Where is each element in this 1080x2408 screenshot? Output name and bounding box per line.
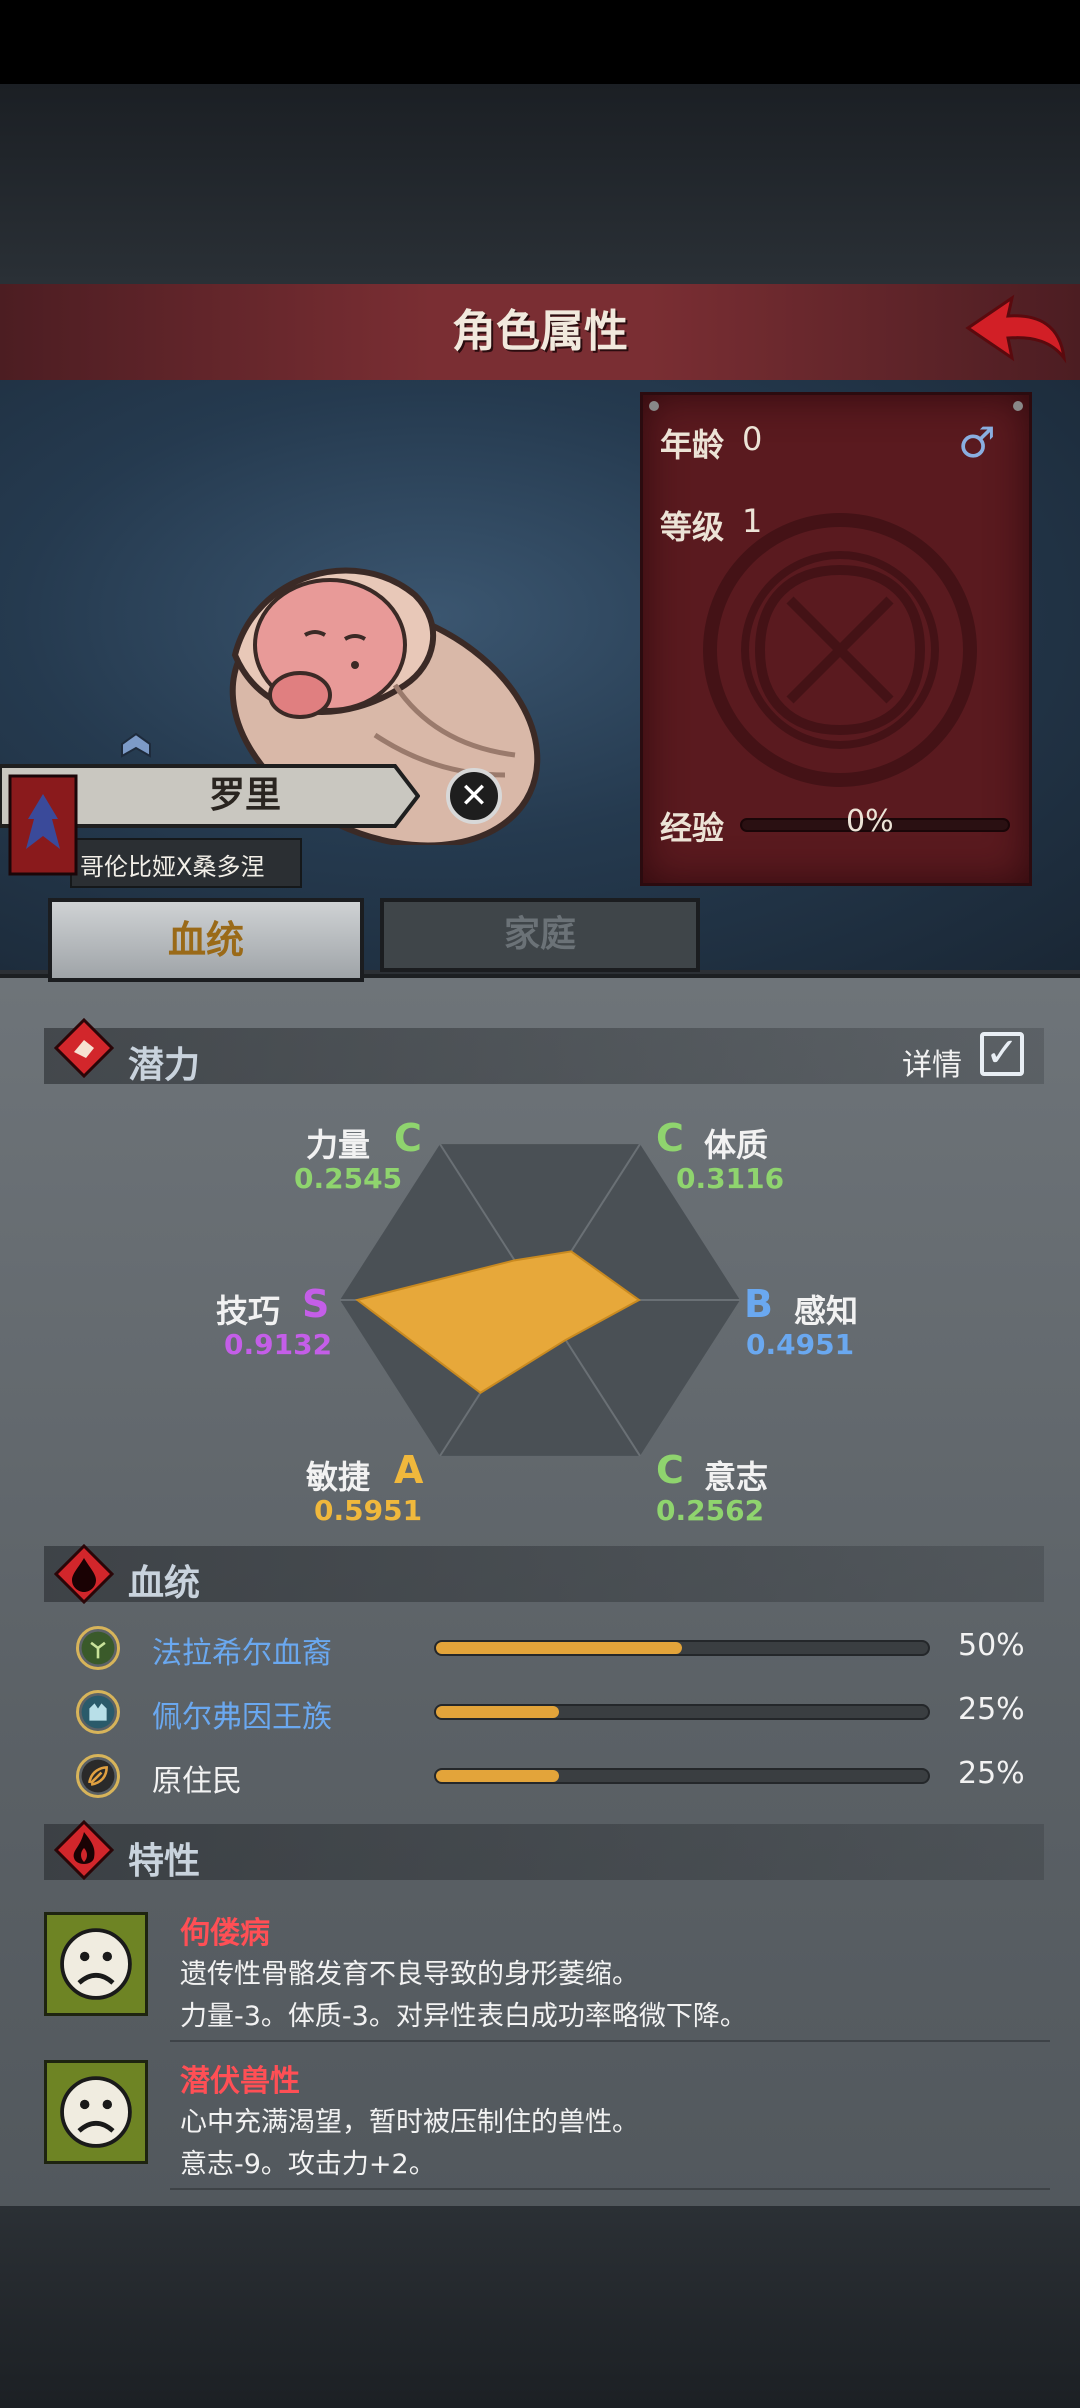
divider [170, 2040, 1050, 2042]
traits-title: 特性 [128, 1841, 201, 1882]
stat-grade-constitution: C [656, 1116, 684, 1160]
blood-drop-icon [54, 1544, 114, 1604]
sad-face-icon [44, 2060, 148, 2164]
trait-name: 潜伏兽性 [180, 2064, 300, 2099]
stat-name-strength: 力量 [306, 1126, 371, 1164]
bloodline-percent: 25% [958, 1692, 1025, 1727]
stat-value-skill: 0.9132 [224, 1328, 333, 1361]
stat-value-strength: 0.2545 [294, 1162, 403, 1195]
trait-description: 心中充满渴望，暂时被压制住的兽性。 [180, 2107, 639, 2138]
bloodline-name: 原住民 [152, 1764, 242, 1799]
trait-name: 佝偻病 [180, 1916, 270, 1951]
sad-face-icon [44, 1912, 148, 2016]
page-title: 角色属性 [452, 306, 628, 357]
bloodline-row: 法拉希尔血裔 50% [0, 1624, 1080, 1674]
stat-name-skill: 技巧 [216, 1292, 281, 1330]
male-gender-icon: ♂ [958, 418, 996, 467]
potential-title: 潜力 [128, 1045, 201, 1086]
tab-family[interactable]: 家庭 [380, 898, 700, 972]
castle-icon [76, 1690, 120, 1734]
stat-name-constitution: 体质 [704, 1126, 769, 1164]
bloodline-bar [434, 1640, 930, 1656]
bloodline-row: 佩尔弗因王族 25% [0, 1688, 1080, 1738]
bloodline-bar-fill [436, 1642, 682, 1654]
stat-name-will: 意志 [704, 1458, 769, 1496]
experience-label: 经验 [660, 809, 725, 847]
trait-effects: 力量-3。体质-3。对异性表白成功率略微下降。 [180, 2001, 747, 2032]
divider [170, 2188, 1050, 2190]
rank-badge-icon [121, 732, 151, 758]
level-label: 等级 [660, 508, 725, 546]
panel-rivet-icon [649, 401, 659, 411]
panel-rivet-icon [1013, 401, 1023, 411]
bloodline-bar [434, 1768, 930, 1784]
age-value: 0 [742, 420, 763, 458]
leaf-icon [76, 1754, 120, 1798]
stat-grade-agility: A [394, 1448, 424, 1492]
experience-value: 0% [846, 804, 894, 839]
character-name: 罗里 [208, 775, 281, 816]
bottom-backdrop [0, 2206, 1080, 2408]
stat-grade-will: C [656, 1448, 684, 1492]
bloodline-row: 原住民 25% [0, 1752, 1080, 1802]
stat-name-perception: 感知 [794, 1292, 859, 1330]
bloodline-percent: 50% [958, 1628, 1025, 1663]
stat-name-agility: 敏捷 [306, 1458, 371, 1496]
trait-item[interactable]: 潜伏兽性 心中充满渴望，暂时被压制住的兽性。 意志-9。攻击力+2。 [0, 2056, 1080, 2196]
flame-icon [54, 1820, 114, 1880]
bloodline-bar [434, 1704, 930, 1720]
level-value: 1 [742, 502, 763, 540]
top-backdrop [0, 84, 1080, 284]
clan-banner-icon [8, 774, 78, 876]
stat-value-agility: 0.5951 [314, 1494, 423, 1527]
tree-icon [76, 1626, 120, 1670]
strength-diamond-icon [54, 1018, 114, 1078]
trait-effects: 意志-9。攻击力+2。 [180, 2149, 436, 2180]
back-arrow-icon[interactable] [960, 290, 1070, 370]
trait-item[interactable]: 佝偻病 遗传性骨骼发育不良导致的身形萎缩。 力量-3。体质-3。对异性表白成功率… [0, 1908, 1080, 2048]
stat-grade-perception: B [744, 1282, 773, 1326]
stat-value-perception: 0.4951 [746, 1328, 855, 1361]
stat-value-constitution: 0.3116 [676, 1162, 785, 1195]
age-label: 年龄 [660, 426, 725, 464]
stat-value-will: 0.2562 [656, 1494, 765, 1527]
trait-description: 遗传性骨骼发育不良导致的身形萎缩。 [180, 1959, 639, 1990]
details-checkbox[interactable]: ✓ [980, 1032, 1024, 1076]
stat-grade-strength: C [394, 1116, 422, 1160]
bloodline-title: 血统 [128, 1563, 201, 1604]
tab-bloodline[interactable]: 血统 [48, 898, 364, 982]
details-label: 详情 [902, 1048, 962, 1083]
bloodline-bar-fill [436, 1706, 559, 1718]
bloodline-bar-fill [436, 1770, 559, 1782]
bloodline-percent: 25% [958, 1756, 1025, 1791]
status-bar [0, 0, 1080, 84]
bloodline-name: 佩尔弗因王族 [152, 1700, 332, 1735]
house-name: 哥伦比娅X桑多涅 [80, 853, 265, 881]
close-button[interactable]: ✕ [446, 768, 502, 824]
bloodline-name: 法拉希尔血裔 [152, 1636, 332, 1671]
stat-grade-skill: S [302, 1282, 330, 1326]
celtic-knot-icon [703, 513, 977, 787]
